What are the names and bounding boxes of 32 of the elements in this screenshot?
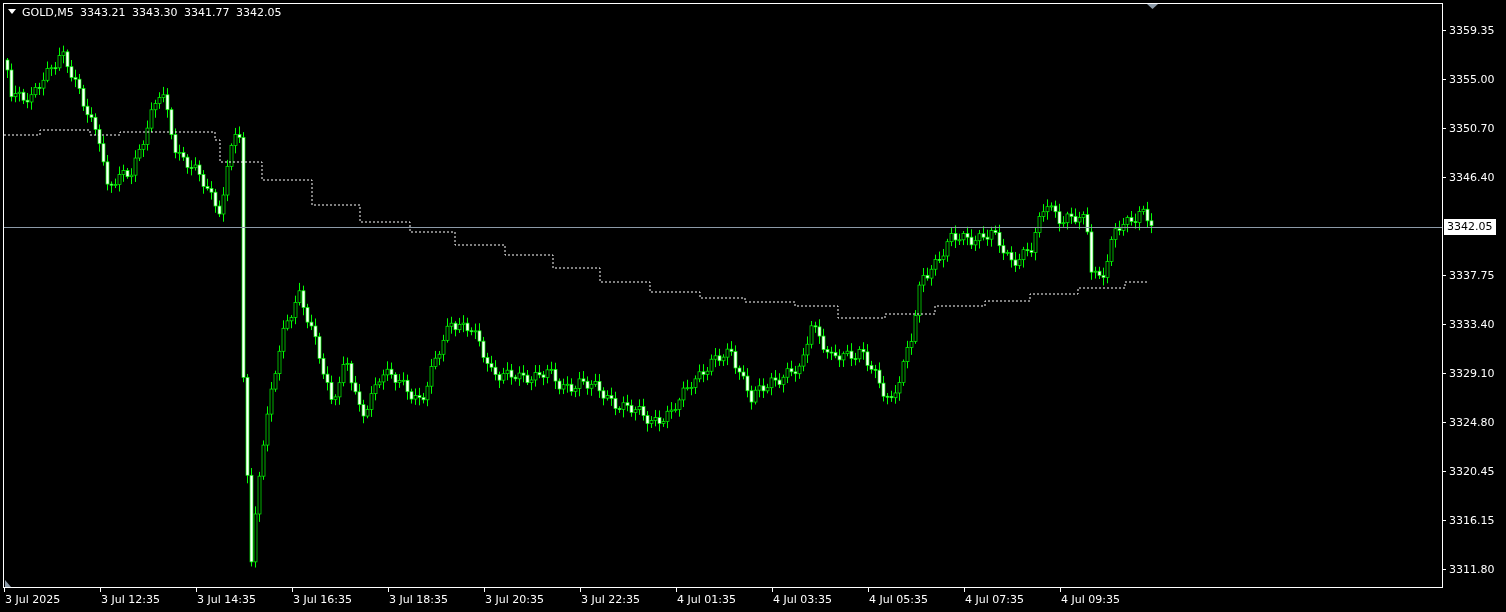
price-label: 3320.45 [1449,465,1495,478]
time-label: 4 Jul 01:35 [677,593,736,606]
current-price-label: 3342.05 [1444,219,1496,235]
high-price: 3343.30 [132,6,178,19]
price-label: 3337.75 [1449,269,1495,282]
price-label: 3324.80 [1449,416,1495,429]
time-label: 4 Jul 03:35 [773,593,832,606]
time-label: 3 Jul 16:35 [293,593,352,606]
time-label: 4 Jul 09:35 [1061,593,1120,606]
price-label: 3316.15 [1449,514,1495,527]
low-price: 3341.77 [184,6,230,19]
time-label: 3 Jul 20:35 [485,593,544,606]
time-label: 4 Jul 05:35 [869,593,928,606]
time-label: 3 Jul 22:35 [581,593,640,606]
open-price: 3343.21 [80,6,126,19]
triangle-icon[interactable] [1147,4,1158,9]
time-label: 3 Jul 18:35 [389,593,448,606]
price-label: 3355.00 [1449,73,1495,86]
time-label: 3 Jul 2025 [5,593,61,606]
time-label: 3 Jul 12:35 [101,593,160,606]
triangle-icon [5,580,11,587]
price-label: 3329.10 [1449,367,1495,380]
time-label: 3 Jul 14:35 [197,593,256,606]
symbol-label: GOLD,M5 [22,6,74,19]
price-label: 3350.70 [1449,122,1495,135]
close-price: 3342.05 [236,6,282,19]
price-label: 3333.40 [1449,318,1495,331]
price-label: 3311.80 [1449,563,1495,576]
time-label: 4 Jul 07:35 [965,593,1024,606]
price-label: 3346.40 [1449,171,1495,184]
caret-icon[interactable] [8,9,16,14]
price-label: 3359.35 [1449,24,1495,37]
